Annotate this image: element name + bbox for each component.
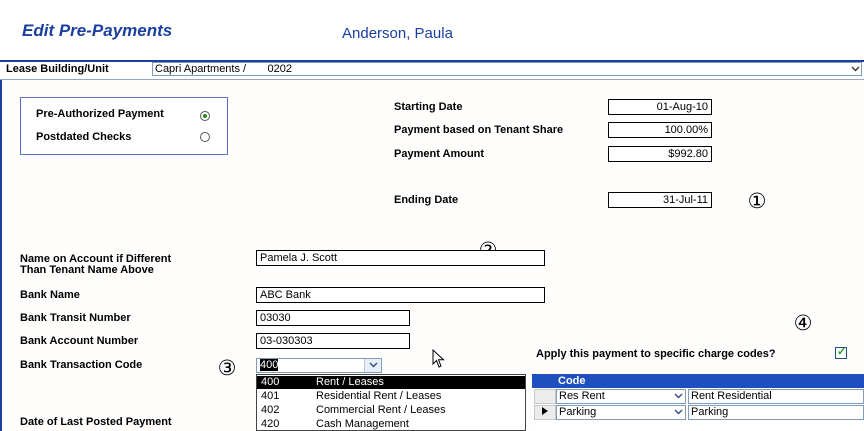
name-on-account-field[interactable]: Pamela J. Scott: [256, 250, 545, 266]
option-description: Cash Management: [316, 418, 409, 430]
tenant-share-field[interactable]: 100.00%: [608, 122, 712, 138]
dropdown-option[interactable]: 401 Residential Rent / Leases: [257, 390, 525, 403]
lease-building-unit-select[interactable]: Capri Apartments / 0202: [152, 62, 862, 76]
option-code: 400: [261, 376, 280, 388]
lease-building-unit-value: Capri Apartments / 0202: [155, 63, 292, 75]
chevron-down-icon[interactable]: [674, 406, 683, 419]
current-row-icon[interactable]: [534, 405, 556, 420]
chevron-down-icon[interactable]: [364, 359, 381, 372]
name-on-account-label-line2: Than Tenant Name Above: [20, 264, 154, 276]
bank-transit-number-field[interactable]: 03030: [256, 310, 410, 326]
callout-4: ④: [793, 311, 813, 335]
ending-date-label: Ending Date: [394, 194, 459, 206]
tenant-share-label: Payment based on Tenant Share: [394, 124, 564, 136]
charge-codes-grid: Code Res Rent Rent Residential Parking P…: [532, 374, 864, 431]
starting-date-label: Starting Date: [394, 101, 463, 113]
bank-account-number-label: Bank Account Number: [20, 335, 139, 347]
last-posted-payment-label: Date of Last Posted Payment: [20, 416, 172, 428]
bank-transaction-code-label: Bank Transaction Code: [20, 359, 143, 371]
code-column-header[interactable]: Code: [558, 374, 586, 388]
chevron-down-icon[interactable]: [674, 390, 683, 403]
bank-account-number-field[interactable]: 03-030303: [256, 333, 410, 349]
bank-transit-number-label: Bank Transit Number: [20, 312, 131, 324]
name-on-account-label: Name on Account if Different Than Tenant…: [20, 254, 171, 276]
apply-charge-codes-checkbox[interactable]: [835, 345, 847, 359]
payment-type-group: [20, 97, 228, 155]
dropdown-option[interactable]: 420 Cash Management: [257, 418, 525, 430]
bank-transaction-code-value: 400: [260, 359, 279, 371]
table-row[interactable]: Parking Parking: [532, 405, 864, 421]
bank-transaction-code-value-wrap: 400: [260, 359, 279, 371]
starting-date-field[interactable]: 01-Aug-10: [608, 99, 712, 115]
mouse-cursor-icon: [432, 348, 446, 372]
callout-3: ③: [217, 356, 237, 380]
bank-name-field[interactable]: ABC Bank: [256, 287, 545, 303]
transaction-code-dropdown: 400 Rent / Leases 401 Residential Rent /…: [256, 374, 526, 431]
dropdown-option[interactable]: 400 Rent / Leases: [257, 376, 525, 389]
bank-name-label: Bank Name: [20, 289, 80, 301]
pre-authorized-payment-radio[interactable]: [200, 111, 210, 121]
option-description: Residential Rent / Leases: [316, 390, 442, 402]
dropdown-option[interactable]: 402 Commercial Rent / Leases: [257, 404, 525, 417]
option-description: Commercial Rent / Leases: [316, 404, 446, 416]
chevron-down-icon[interactable]: [851, 64, 860, 74]
pre-authorized-payment-label: Pre-Authorized Payment: [36, 108, 164, 120]
postdated-checks-radio[interactable]: [200, 132, 210, 142]
payment-amount-label: Payment Amount: [394, 148, 485, 160]
table-row[interactable]: Res Rent Rent Residential: [532, 389, 864, 405]
page-title: Edit Pre-Payments: [22, 21, 173, 40]
option-code: 402: [261, 404, 280, 416]
charge-code-value: Res Rent: [559, 390, 605, 402]
apply-charge-codes-label: Apply this payment to specific charge co…: [536, 348, 776, 360]
bank-transaction-code-select[interactable]: 400: [256, 358, 382, 373]
charge-code-value: Parking: [559, 406, 597, 418]
option-description: Rent / Leases: [316, 376, 384, 388]
ending-date-field[interactable]: 31-Jul-11: [608, 192, 712, 208]
charge-description-cell[interactable]: Parking: [688, 405, 864, 420]
postdated-checks-label: Postdated Checks: [36, 131, 132, 143]
lease-building-unit-label: Lease Building/Unit: [6, 63, 109, 75]
option-code: 420: [261, 418, 280, 430]
payment-amount-field[interactable]: $992.80: [608, 146, 712, 162]
charge-code-cell[interactable]: Parking: [556, 405, 686, 420]
grid-header: Code: [532, 374, 864, 388]
callout-1: ①: [747, 189, 767, 213]
option-code: 401: [261, 390, 280, 402]
charge-description-cell[interactable]: Rent Residential: [688, 389, 864, 404]
row-selector[interactable]: [534, 389, 556, 404]
charge-code-cell[interactable]: Res Rent: [556, 389, 686, 404]
tenant-name: Anderson, Paula: [342, 25, 453, 42]
